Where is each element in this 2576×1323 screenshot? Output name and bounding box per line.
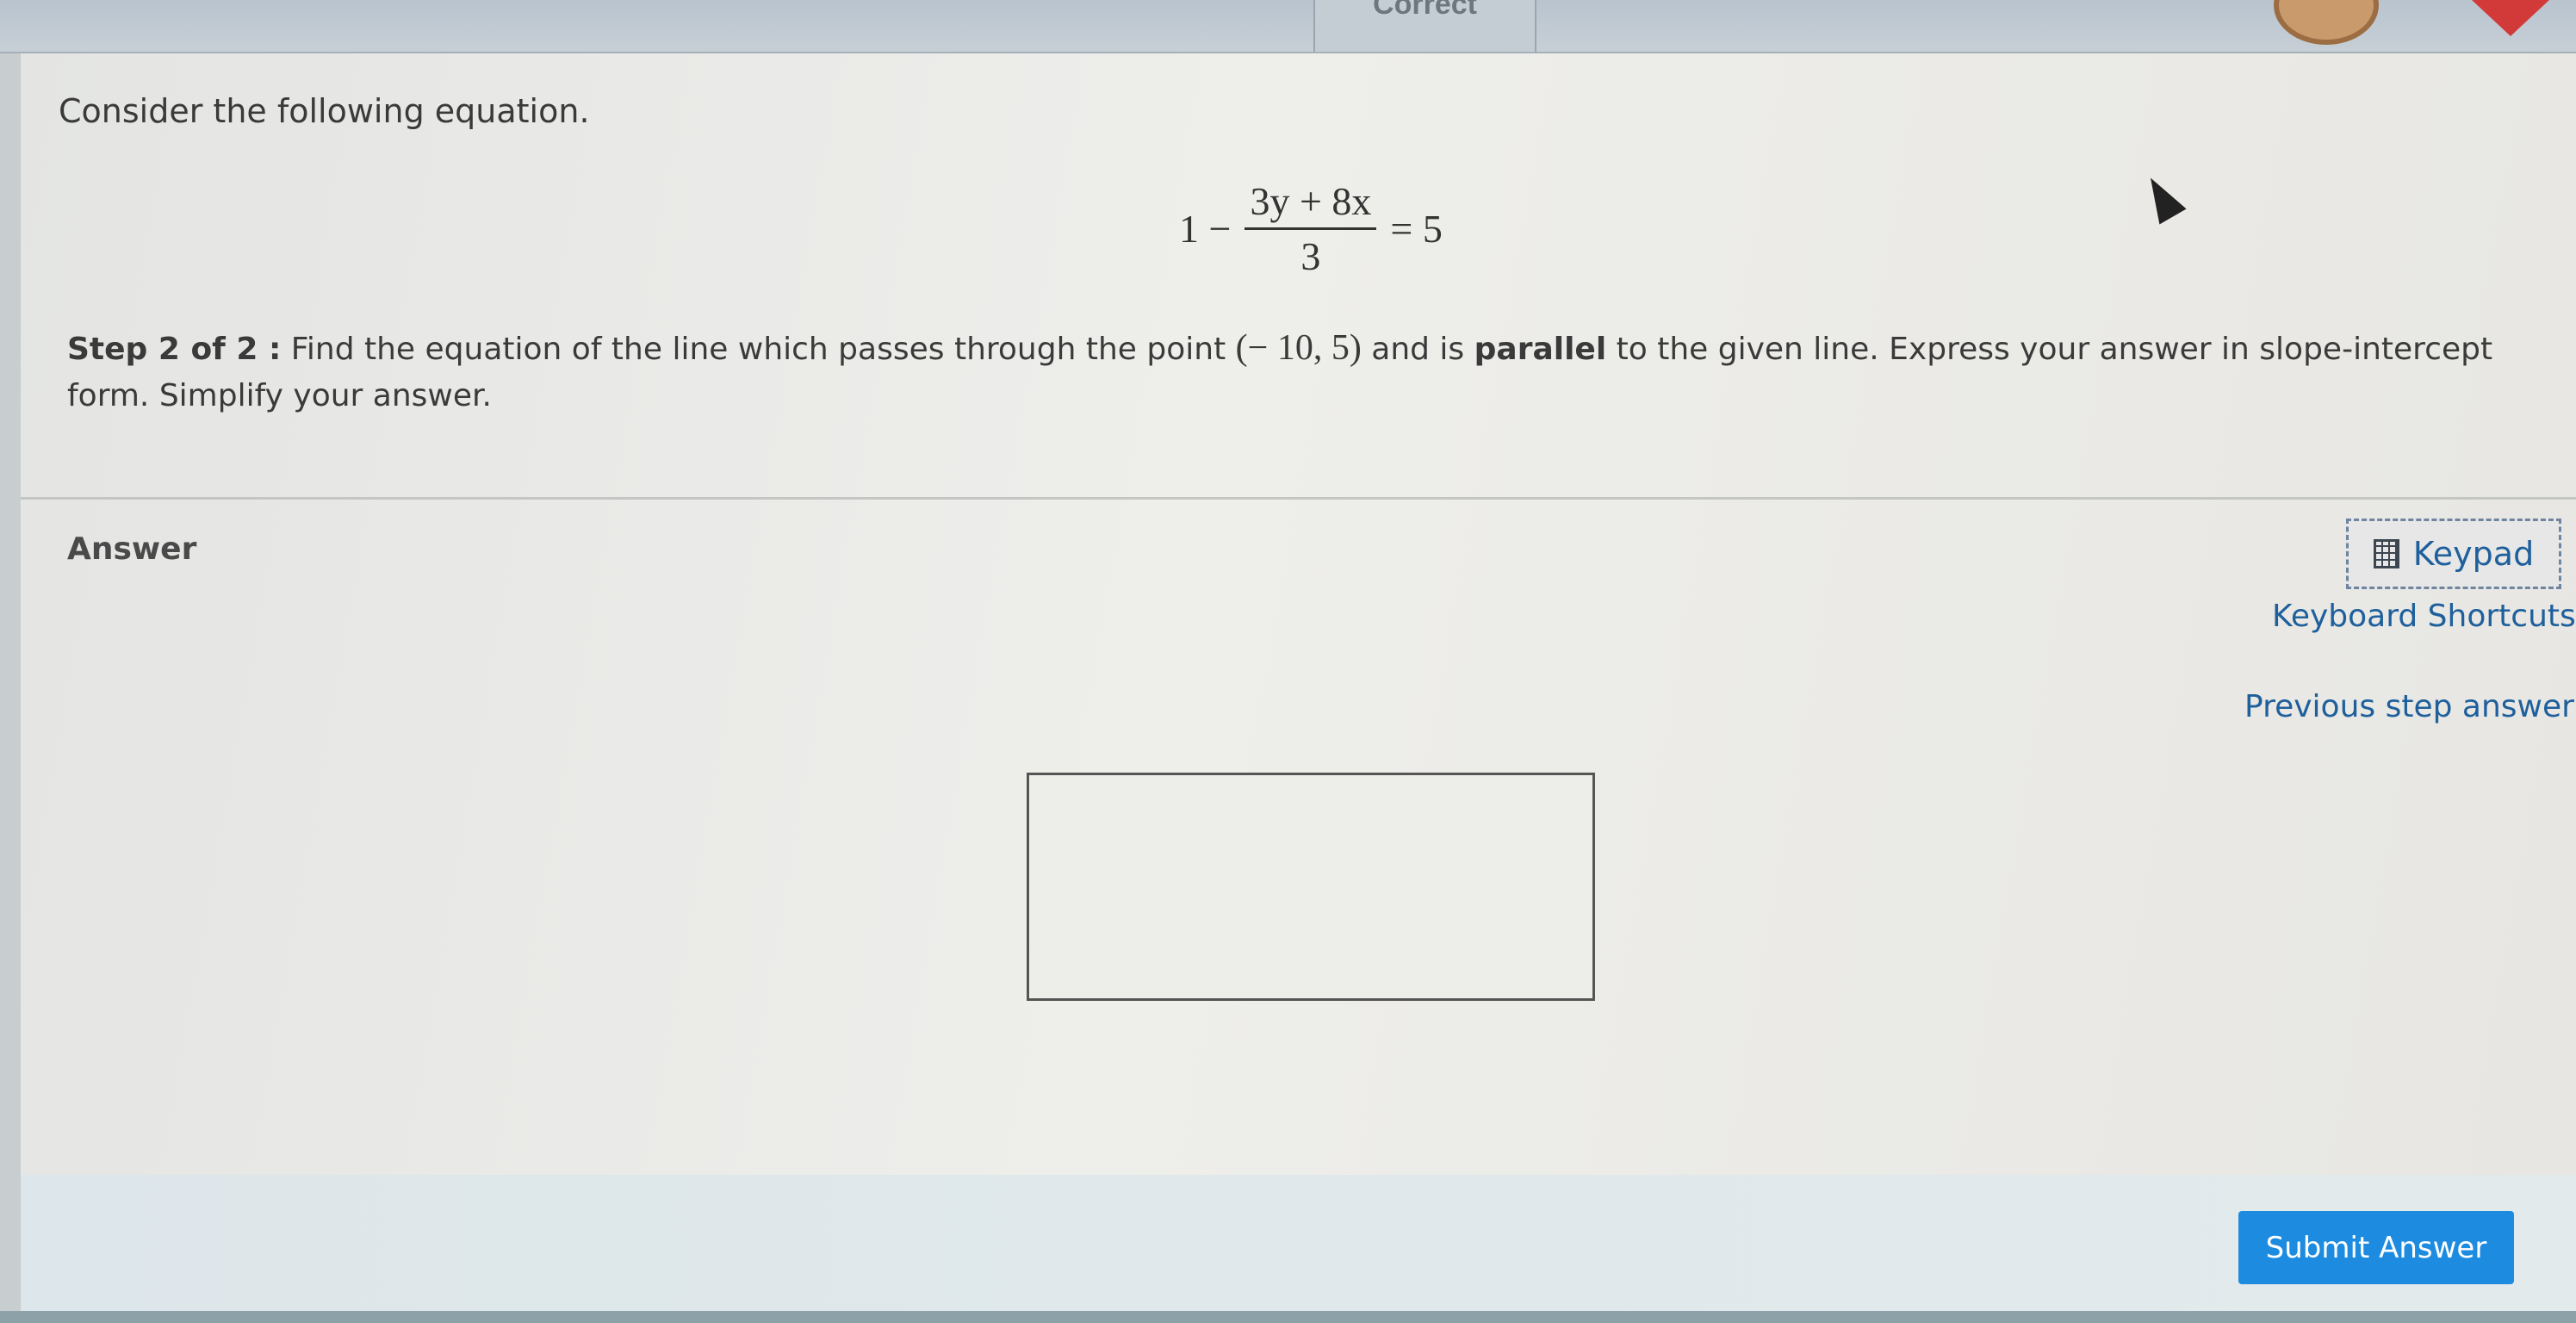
question-section: Consider the following equation. 1 − 3y …	[21, 53, 2576, 497]
previous-step-answer-link[interactable]: Previous step answer	[2244, 689, 2574, 724]
answer-input-box[interactable]	[1027, 773, 1596, 1001]
status-label: Correct	[1373, 0, 1477, 21]
equation-left: 1 −	[1179, 207, 1232, 251]
equation-right: = 5	[1390, 207, 1443, 251]
calculator-icon	[2373, 539, 2399, 568]
fraction-denominator: 3	[1300, 234, 1321, 278]
step-emphasis: parallel	[1474, 332, 1607, 367]
question-panel: Consider the following equation. 1 − 3y …	[21, 53, 2576, 1311]
bottom-bar	[0, 1311, 2576, 1323]
step-label: Step 2 of 2 :	[67, 332, 282, 367]
step-instructions: Step 2 of 2 : Find the equation of the l…	[67, 325, 2522, 419]
equation: 1 − 3y + 8x 3 = 5	[1170, 178, 1451, 279]
red-arrow-icon[interactable]	[2472, 0, 2549, 36]
step-point: (− 10, 5)	[1235, 328, 1362, 368]
question-prompt: Consider the following equation.	[59, 92, 590, 130]
answer-input[interactable]	[1029, 775, 1596, 1000]
ring-icon[interactable]	[2274, 0, 2379, 45]
answer-label: Answer	[67, 531, 197, 567]
keypad-button[interactable]: Keypad	[2346, 519, 2561, 589]
status-tab[interactable]: Correct	[1313, 0, 1536, 52]
footer-strip	[21, 1175, 2576, 1311]
equation-fraction: 3y + 8x 3	[1245, 178, 1377, 279]
keypad-label: Keypad	[2412, 535, 2535, 573]
keyboard-shortcuts-link[interactable]: Keyboard Shortcuts	[2272, 599, 2576, 634]
fraction-numerator: 3y + 8x	[1245, 178, 1377, 230]
section-divider	[21, 497, 2576, 500]
submit-answer-button[interactable]: Submit Answer	[2238, 1211, 2514, 1284]
top-bar: Correct	[0, 0, 2576, 53]
step-text-before: Find the equation of the line which pass…	[281, 332, 1236, 367]
step-text-middle: and is	[1361, 332, 1474, 367]
